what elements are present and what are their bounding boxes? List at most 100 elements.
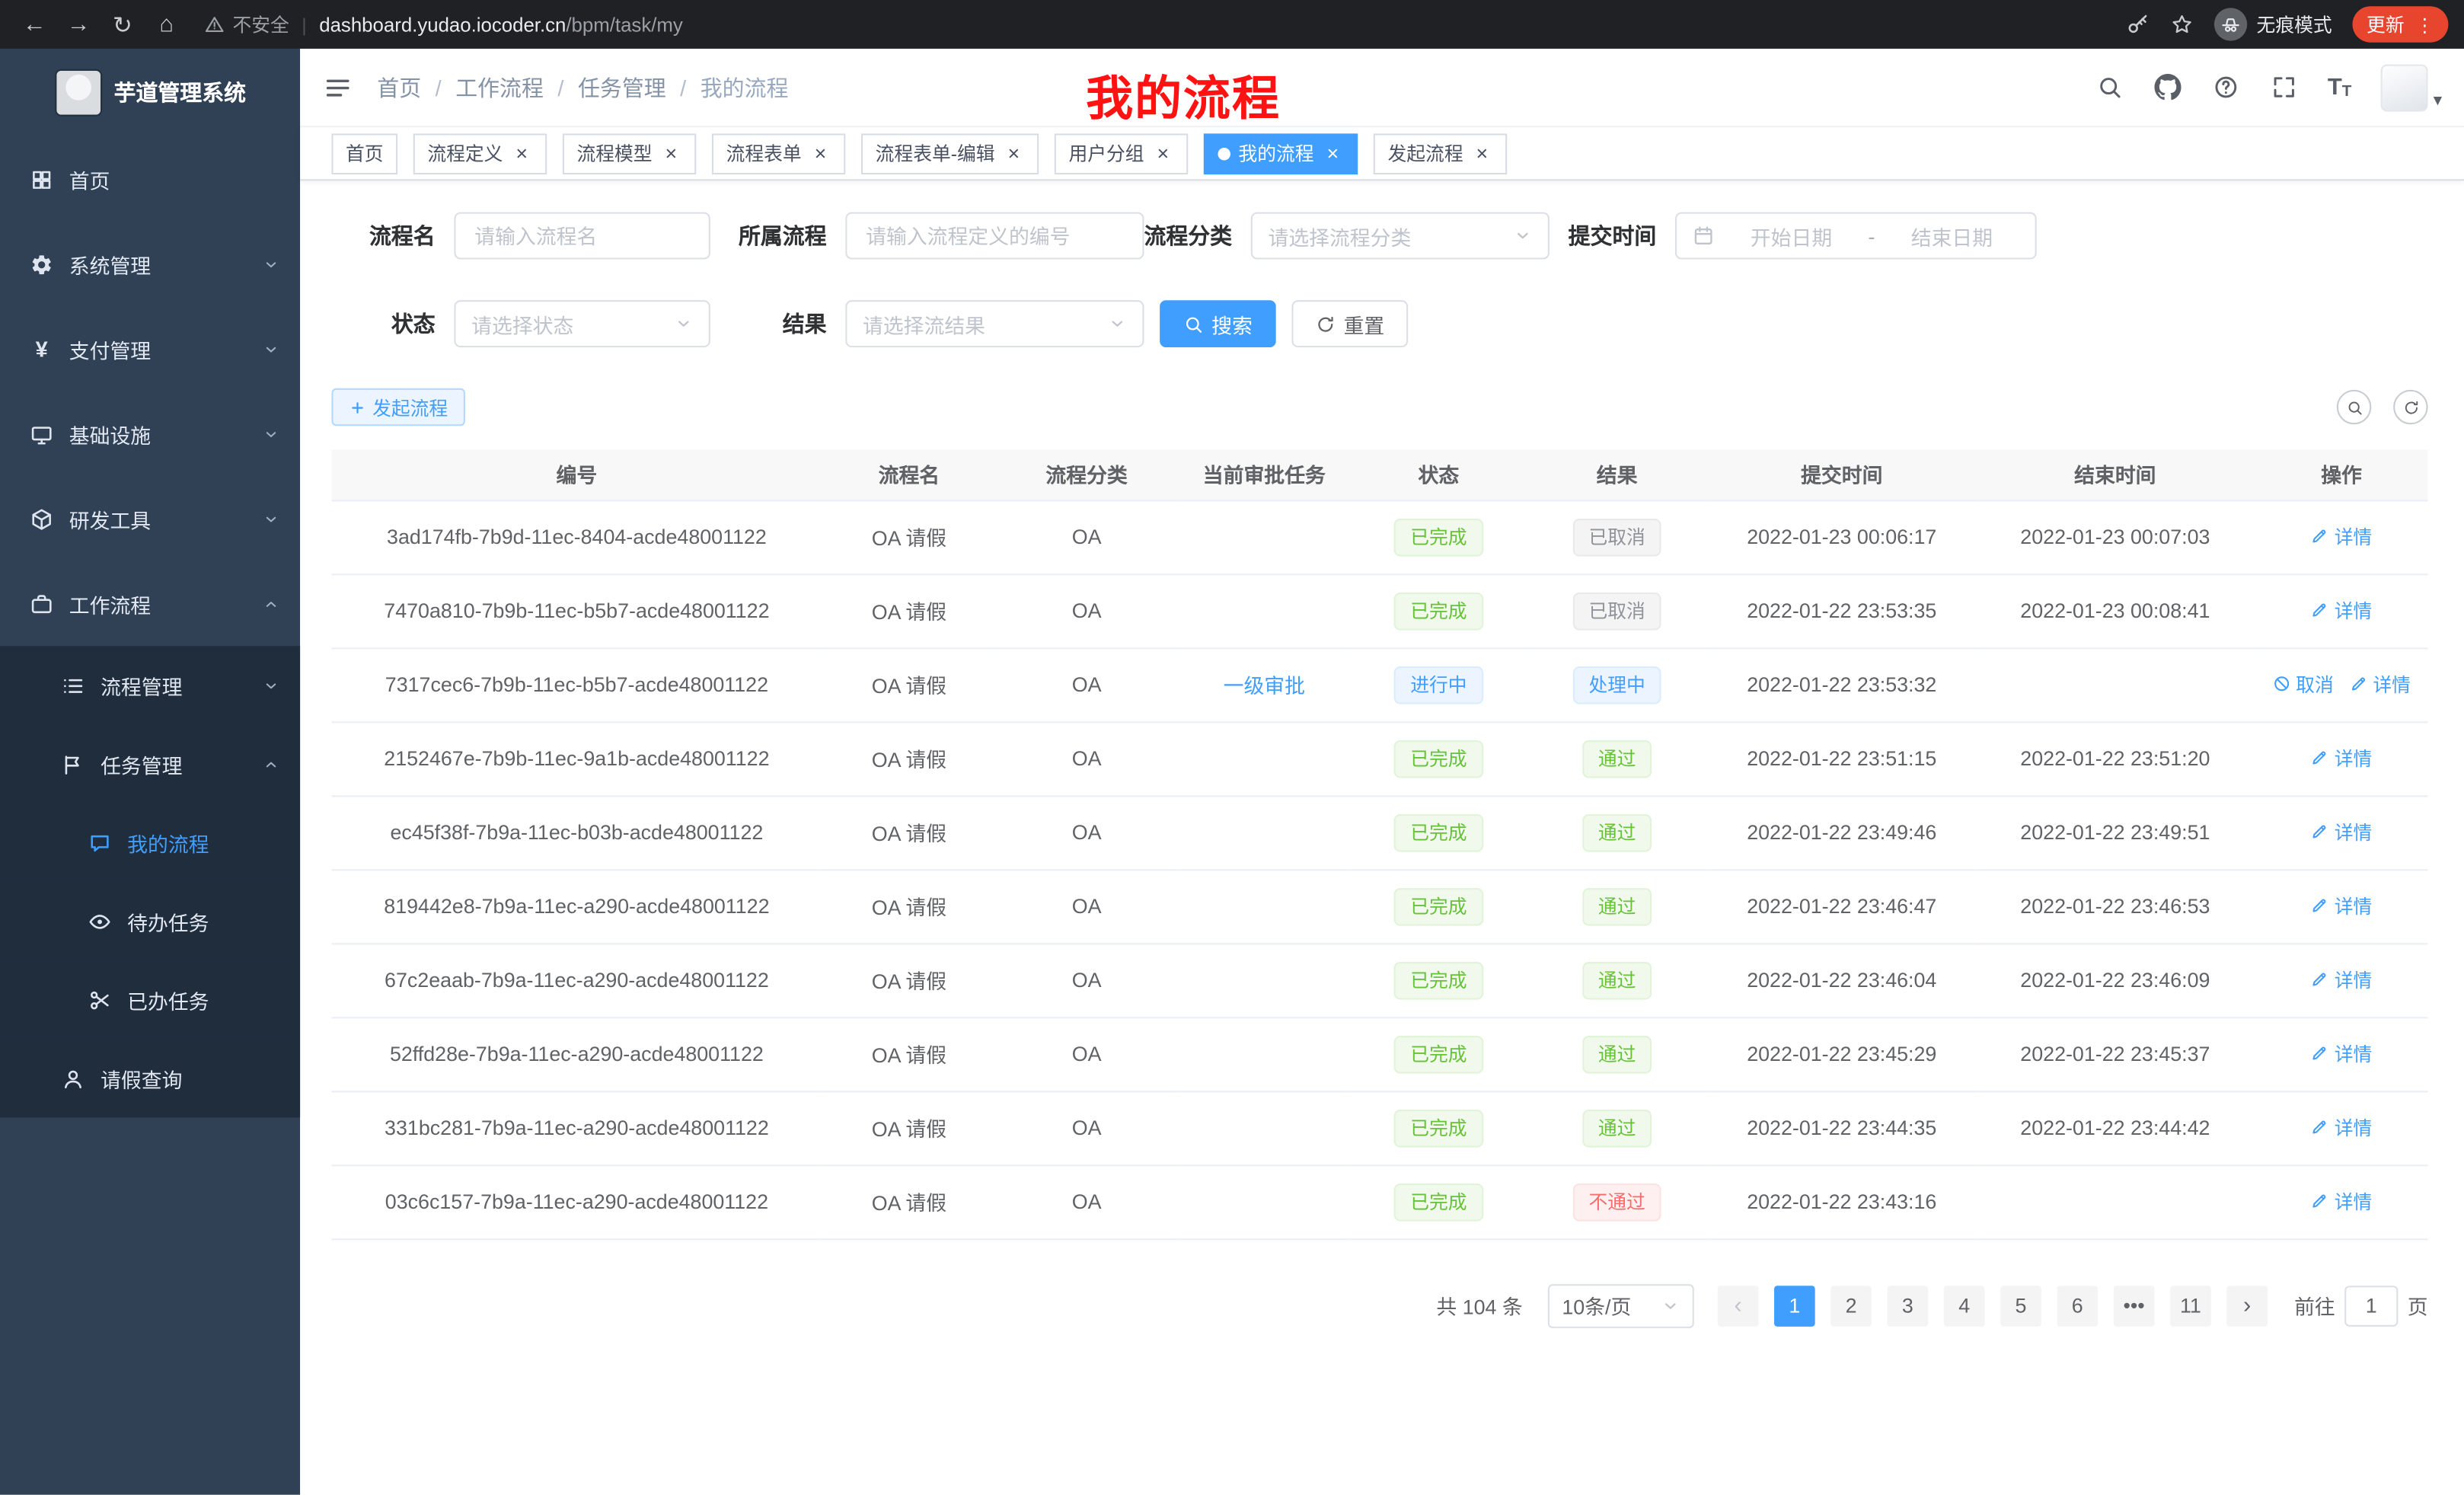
view-tab-6[interactable]: 我的流程× bbox=[1204, 133, 1358, 174]
breadcrumb-item[interactable]: 任务管理 bbox=[578, 72, 666, 103]
detail-action-link[interactable]: 详情 bbox=[2311, 1188, 2373, 1215]
close-icon[interactable]: × bbox=[1152, 142, 1174, 165]
page-button-4[interactable]: 4 bbox=[1944, 1285, 1985, 1326]
sidebar-item-task-management[interactable]: 任务管理 bbox=[0, 724, 300, 803]
table-toolbar: 发起流程 bbox=[331, 388, 2427, 426]
close-icon[interactable]: × bbox=[660, 142, 682, 165]
github-icon[interactable] bbox=[2153, 73, 2182, 101]
page-button-11[interactable]: 11 bbox=[2170, 1285, 2211, 1326]
view-tab-4[interactable]: 流程表单-编辑× bbox=[861, 133, 1039, 174]
sidebar-item-my-process[interactable]: 我的流程 bbox=[0, 803, 300, 882]
create-process-button[interactable]: 发起流程 bbox=[331, 388, 464, 426]
key-icon[interactable] bbox=[2126, 13, 2150, 37]
star-icon[interactable] bbox=[2170, 13, 2194, 37]
view-tab-5[interactable]: 用户分组× bbox=[1055, 133, 1188, 174]
sidebar-item-payment[interactable]: ¥支付管理 bbox=[0, 306, 300, 391]
cell-submit-time: 2022-01-22 23:53:35 bbox=[1708, 573, 1975, 647]
address-bar[interactable]: 不安全 | dashboard.yudao.iocoder.cn/bpm/tas… bbox=[204, 11, 2126, 37]
close-icon[interactable]: × bbox=[511, 142, 533, 165]
security-label[interactable]: 不安全 bbox=[232, 11, 289, 37]
forward-button[interactable]: → bbox=[59, 5, 97, 43]
detail-action-link[interactable]: 详情 bbox=[2311, 893, 2373, 919]
toggle-search-button[interactable] bbox=[2337, 390, 2371, 424]
back-button[interactable]: ← bbox=[16, 5, 54, 43]
detail-action-link[interactable]: 详情 bbox=[2311, 1040, 2373, 1067]
view-tab-0[interactable]: 首页 bbox=[331, 133, 397, 174]
close-icon[interactable]: × bbox=[1471, 142, 1493, 165]
hamburger-icon[interactable] bbox=[324, 73, 352, 101]
reload-button[interactable]: ↻ bbox=[104, 5, 142, 43]
refresh-table-button[interactable] bbox=[2393, 390, 2427, 424]
search-button[interactable]: 搜索 bbox=[1160, 300, 1276, 347]
detail-action-link[interactable]: 详情 bbox=[2311, 819, 2373, 845]
user-menu[interactable]: ▾ bbox=[2382, 64, 2443, 111]
sidebar-item-leave-query[interactable]: 请假查询 bbox=[0, 1039, 300, 1117]
page-button-1[interactable]: 1 bbox=[1774, 1285, 1815, 1326]
close-icon[interactable]: × bbox=[1322, 142, 1344, 165]
result-select[interactable]: 请选择流结果 bbox=[845, 300, 1144, 347]
breadcrumb-item[interactable]: 首页 bbox=[377, 72, 421, 103]
current-task-link[interactable]: 一级审批 bbox=[1224, 674, 1305, 698]
chevron-down-icon bbox=[263, 340, 280, 358]
fullscreen-icon[interactable] bbox=[2270, 73, 2298, 101]
detail-action-link[interactable]: 详情 bbox=[2311, 745, 2373, 771]
cancel-action-link[interactable]: 取消 bbox=[2272, 671, 2334, 698]
view-tab-label: 首页 bbox=[346, 140, 384, 167]
owner-process-input[interactable] bbox=[845, 212, 1144, 260]
cell-result: 通过 bbox=[1526, 1091, 1708, 1164]
detail-action-link[interactable]: 详情 bbox=[2311, 1114, 2373, 1141]
breadcrumb-item[interactable]: 工作流程 bbox=[455, 72, 544, 103]
process-name-input[interactable] bbox=[454, 212, 710, 260]
edit-icon bbox=[2349, 675, 2368, 694]
home-button[interactable]: ⌂ bbox=[148, 5, 186, 43]
table-row: 67c2eaab-7b9a-11ec-a290-acde48001122OA 请… bbox=[331, 943, 2427, 1017]
status-select[interactable]: 请选择状态 bbox=[454, 300, 710, 347]
sidebar-item-process-management[interactable]: 流程管理 bbox=[0, 646, 300, 724]
view-tab-2[interactable]: 流程模型× bbox=[563, 133, 696, 174]
goto-page-input[interactable] bbox=[2344, 1285, 2398, 1326]
page-button-2[interactable]: 2 bbox=[1830, 1285, 1872, 1326]
question-icon[interactable] bbox=[2211, 73, 2239, 101]
detail-action-link[interactable]: 详情 bbox=[2311, 523, 2373, 550]
detail-action-link[interactable]: 详情 bbox=[2311, 597, 2373, 624]
page-size-value: 10条/页 bbox=[1562, 1290, 1631, 1320]
page-button-6[interactable]: 6 bbox=[2057, 1285, 2098, 1326]
user-icon bbox=[61, 1066, 85, 1090]
view-tab-1[interactable]: 流程定义× bbox=[413, 133, 547, 174]
category-select[interactable]: 请选择流程分类 bbox=[1251, 212, 1550, 260]
page-button-3[interactable]: 3 bbox=[1888, 1285, 1929, 1326]
browser-menu-icon[interactable]: ⋮ bbox=[2415, 14, 2434, 36]
font-size-icon[interactable]: TT bbox=[2328, 74, 2352, 101]
page-button-5[interactable]: 5 bbox=[2000, 1285, 2041, 1326]
search-icon[interactable] bbox=[2095, 73, 2123, 101]
result-tag: 处理中 bbox=[1573, 666, 1661, 704]
sidebar-item-dev-tools[interactable]: 研发工具 bbox=[0, 476, 300, 561]
close-icon[interactable]: × bbox=[809, 142, 831, 165]
eye-icon bbox=[88, 909, 112, 933]
sidebar-item-home[interactable]: 首页 bbox=[0, 137, 300, 222]
page-size-select[interactable]: 10条/页 bbox=[1548, 1283, 1694, 1327]
cell-actions: 详情 bbox=[2255, 573, 2428, 647]
detail-action-link[interactable]: 详情 bbox=[2349, 671, 2411, 698]
close-icon[interactable]: × bbox=[1003, 142, 1025, 165]
view-tab-3[interactable]: 流程表单× bbox=[712, 133, 845, 174]
cell-submit-time: 2022-01-22 23:46:04 bbox=[1708, 943, 1975, 1017]
view-tab-7[interactable]: 发起流程× bbox=[1374, 133, 1507, 174]
app-logo[interactable]: 芋道管理系统 bbox=[0, 49, 300, 137]
submit-time-range-picker[interactable]: 开始日期 - 结束日期 bbox=[1675, 212, 2037, 260]
reset-button[interactable]: 重置 bbox=[1291, 300, 1408, 347]
url-text[interactable]: dashboard.yudao.iocoder.cn/bpm/task/my bbox=[319, 14, 683, 36]
next-page-button[interactable]: › bbox=[2226, 1285, 2268, 1326]
sidebar-item-workflow[interactable]: 工作流程 bbox=[0, 561, 300, 646]
incognito-badge[interactable]: 无痕模式 bbox=[2214, 8, 2332, 40]
detail-action-link[interactable]: 详情 bbox=[2311, 966, 2373, 993]
sidebar-item-done-task[interactable]: 已办任务 bbox=[0, 960, 300, 1039]
sidebar-item-infrastructure[interactable]: 基础设施 bbox=[0, 391, 300, 476]
sidebar-item-todo-task[interactable]: 待办任务 bbox=[0, 882, 300, 960]
table-row: 52ffd28e-7b9a-11ec-a290-acde48001122OA 请… bbox=[331, 1017, 2427, 1091]
browser-update-button[interactable]: 更新 ⋮ bbox=[2352, 6, 2448, 42]
prev-page-button[interactable]: ‹ bbox=[1718, 1285, 1759, 1326]
sidebar-item-system[interactable]: 系统管理 bbox=[0, 222, 300, 306]
more-pages-button[interactable]: ••• bbox=[2114, 1285, 2155, 1326]
scissors-icon bbox=[88, 988, 112, 1011]
